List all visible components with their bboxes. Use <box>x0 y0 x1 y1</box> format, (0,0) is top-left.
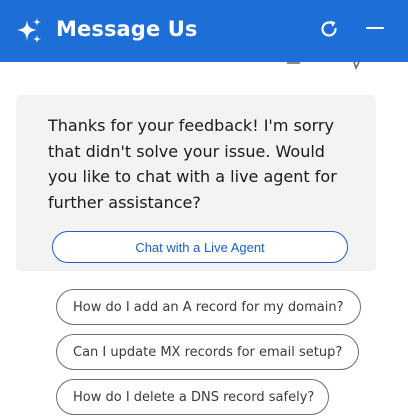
suggestion-chip[interactable]: Can I update MX records for email setup? <box>56 334 359 370</box>
chat-header: Message Us <box>0 0 408 62</box>
minimize-icon[interactable] <box>365 18 385 40</box>
chat-messages[interactable]: Thanks for your feedback! I'm sorry that… <box>0 62 408 417</box>
bot-message-card: Thanks for your feedback! I'm sorry that… <box>16 95 376 271</box>
refresh-icon[interactable] <box>318 18 340 40</box>
suggestion-chip[interactable]: How do I add an A record for my domain? <box>56 289 361 325</box>
chat-live-agent-button[interactable]: Chat with a Live Agent <box>52 231 348 263</box>
suggestion-chip[interactable]: How do I delete a DNS record safely? <box>56 379 329 415</box>
previous-message-edge <box>287 62 360 70</box>
sparkle-icon <box>17 18 41 43</box>
bot-message-text: Thanks for your feedback! I'm sorry that… <box>48 116 337 212</box>
chat-title: Message Us <box>56 17 198 41</box>
